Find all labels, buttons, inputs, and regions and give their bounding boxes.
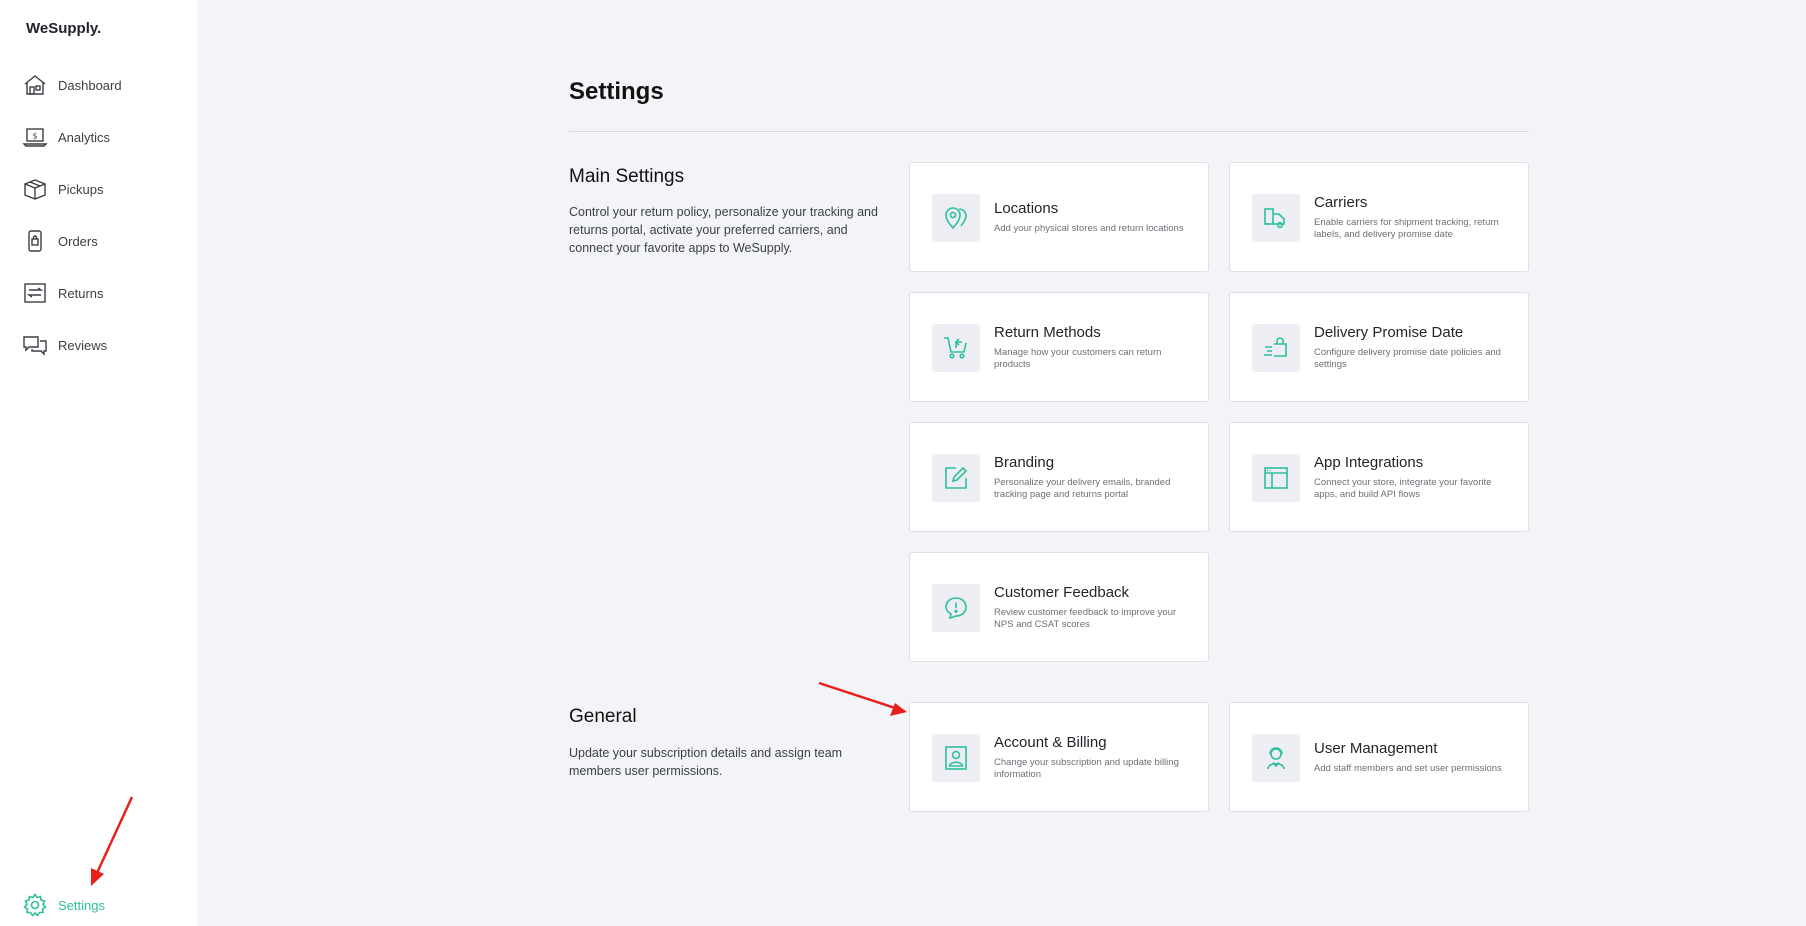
truck-icon bbox=[1252, 194, 1300, 242]
account-icon bbox=[932, 734, 980, 782]
phone-bag-icon bbox=[22, 228, 48, 254]
laptop-dollar-icon: $ bbox=[22, 124, 48, 150]
location-pin-icon bbox=[932, 194, 980, 242]
sidebar-item-reviews[interactable]: Reviews bbox=[22, 330, 107, 360]
card-customer-feedback[interactable]: Customer Feedback Review customer feedba… bbox=[909, 552, 1209, 662]
sidebar-item-returns[interactable]: Returns bbox=[22, 278, 104, 308]
sidebar-item-label: Reviews bbox=[58, 337, 108, 353]
title-divider bbox=[569, 131, 1529, 132]
main-content: Settings Main Settings Control your retu… bbox=[197, 0, 1806, 926]
sidebar-item-settings[interactable]: Settings bbox=[22, 890, 105, 920]
card-title: Carriers bbox=[1314, 193, 1368, 211]
card-account-billing[interactable]: Account & Billing Change your subscripti… bbox=[909, 702, 1209, 812]
returns-icon bbox=[22, 280, 48, 306]
card-title: Branding bbox=[994, 453, 1055, 471]
sidebar-item-label: Analytics bbox=[58, 129, 111, 145]
card-description: Change your subscription and update bill… bbox=[994, 756, 1179, 780]
sidebar-item-orders[interactable]: Orders bbox=[22, 226, 98, 256]
card-description: Review customer feedback to improve your… bbox=[994, 606, 1177, 630]
card-description: Personalize your delivery emails, brande… bbox=[994, 476, 1171, 500]
card-description: Enable carriers for shipment tracking, r… bbox=[1314, 216, 1499, 240]
user-headset-icon bbox=[1252, 734, 1300, 782]
card-description: Add staff members and set user permissio… bbox=[1314, 762, 1502, 774]
window-icon bbox=[1252, 454, 1300, 502]
sidebar-item-label: Orders bbox=[58, 233, 98, 249]
card-title: Account & Billing bbox=[994, 733, 1107, 751]
card-description: Add your physical stores and return loca… bbox=[994, 222, 1184, 234]
gear-icon bbox=[22, 892, 48, 918]
card-title: Customer Feedback bbox=[994, 583, 1130, 601]
fast-delivery-icon bbox=[1252, 324, 1300, 372]
chat-bubbles-icon bbox=[22, 332, 48, 358]
card-title: Return Methods bbox=[994, 323, 1101, 341]
card-description: Connect your store, integrate your favor… bbox=[1314, 476, 1492, 500]
house-icon bbox=[22, 72, 48, 98]
sidebar-item-dashboard[interactable]: Dashboard bbox=[22, 70, 122, 100]
page-title: Settings bbox=[569, 78, 664, 105]
card-title: User Management bbox=[1314, 739, 1438, 757]
card-carriers[interactable]: Carriers Enable carriers for shipment tr… bbox=[1229, 162, 1529, 272]
sidebar-item-label: Dashboard bbox=[58, 77, 122, 93]
card-title: App Integrations bbox=[1314, 453, 1424, 471]
edit-icon bbox=[932, 454, 980, 502]
sidebar-item-label: Pickups bbox=[58, 181, 104, 197]
card-locations[interactable]: Locations Add your physical stores and r… bbox=[909, 162, 1209, 272]
sidebar-item-label: Returns bbox=[58, 285, 104, 301]
card-user-management[interactable]: User Management Add staff members and se… bbox=[1229, 702, 1529, 812]
main-settings-title: Main Settings bbox=[569, 166, 685, 187]
card-title: Locations bbox=[994, 199, 1059, 217]
app-logo: WeSupply. bbox=[26, 20, 102, 37]
card-return-methods[interactable]: Return Methods Manage how your customers… bbox=[909, 292, 1209, 402]
card-title: Delivery Promise Date bbox=[1314, 323, 1464, 341]
card-app-integrations[interactable]: App Integrations Connect your store, int… bbox=[1229, 422, 1529, 532]
card-description: Manage how your customers can return pro… bbox=[994, 346, 1162, 370]
sidebar-item-label: Settings bbox=[58, 897, 105, 913]
sidebar-item-pickups[interactable]: Pickups bbox=[22, 174, 104, 204]
box-icon bbox=[22, 176, 48, 202]
sidebar: WeSupply. Dashboard $ Analytics Pickups … bbox=[0, 0, 197, 926]
card-branding[interactable]: Branding Personalize your delivery email… bbox=[909, 422, 1209, 532]
feedback-icon bbox=[932, 584, 980, 632]
general-title: General bbox=[569, 706, 637, 727]
cart-return-icon bbox=[932, 324, 980, 372]
svg-text:$: $ bbox=[33, 132, 38, 141]
card-description: Configure delivery promise date policies… bbox=[1314, 346, 1501, 370]
sidebar-item-analytics[interactable]: $ Analytics bbox=[22, 122, 110, 152]
general-description: Update your subscription details and ass… bbox=[569, 746, 843, 778]
card-delivery-promise-date[interactable]: Delivery Promise Date Configure delivery… bbox=[1229, 292, 1529, 402]
main-settings-description: Control your return policy, personalize … bbox=[569, 205, 878, 255]
